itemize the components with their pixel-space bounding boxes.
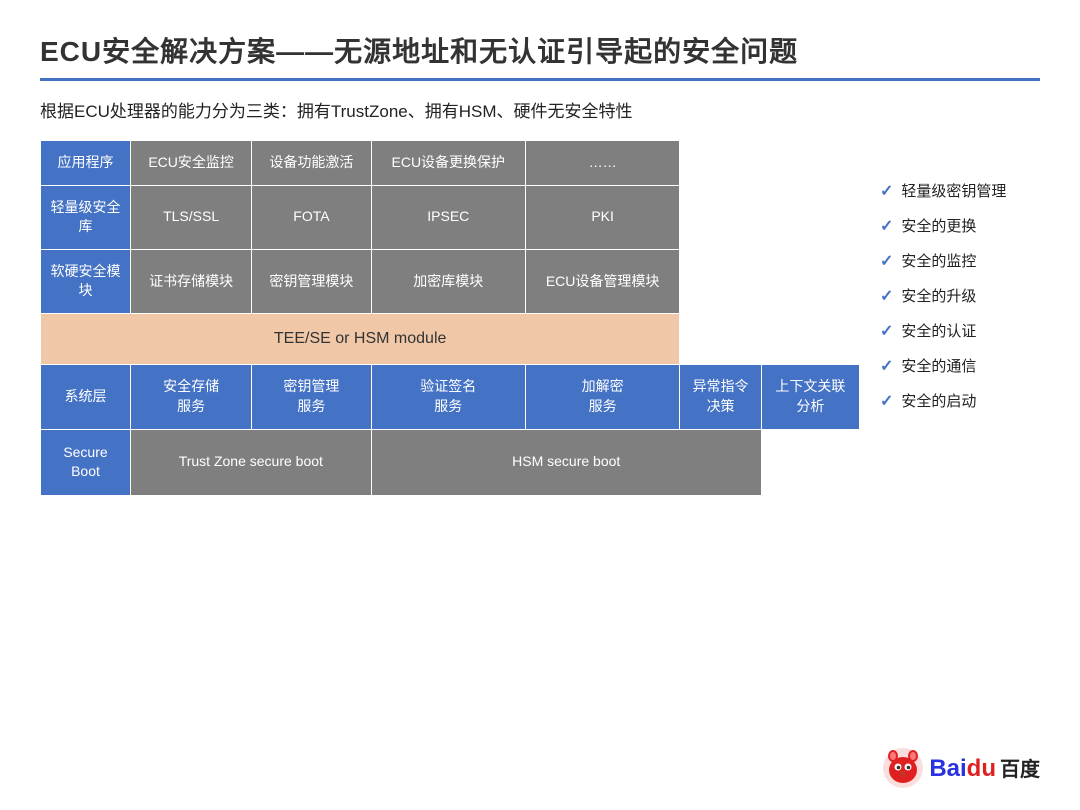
check-label-7: 安全的启动: [901, 390, 976, 411]
cell-app-label: 应用程序: [41, 141, 131, 186]
check-icon-7: ✓: [880, 391, 893, 411]
check-icon-1: ✓: [880, 181, 893, 201]
cell-tee: TEE/SE or HSM module: [41, 313, 680, 364]
cell-module-label: 软硬安全模块: [41, 249, 131, 313]
cell-sys-3: 验证签名 服务: [371, 365, 525, 429]
cell-module-3: 加密库模块: [371, 249, 525, 313]
cell-module-2: 密钥管理模块: [252, 249, 371, 313]
cell-lib-2: FOTA: [252, 185, 371, 249]
baidu-logo: Baidu 百度: [881, 746, 1040, 790]
cell-sys-label: 系统层: [41, 365, 131, 429]
title-underline: [40, 78, 1040, 81]
cell-boot-tz: Trust Zone secure boot: [131, 429, 372, 495]
cell-sys-1: 安全存储 服务: [131, 365, 252, 429]
cell-app-4: ……: [525, 141, 679, 186]
table-container: 应用程序 ECU安全监控 设备功能激活 ECU设备更换保护 …… 轻量级安全库 …: [40, 140, 860, 496]
baidu-bear-icon: [881, 746, 925, 790]
cell-sys-4: 加解密 服务: [525, 365, 679, 429]
cell-lib-label: 轻量级安全库: [41, 185, 131, 249]
cell-module-4: ECU设备管理模块: [525, 249, 679, 313]
check-item-4: ✓ 安全的升级: [880, 285, 1040, 306]
architecture-table: 应用程序 ECU安全监控 设备功能激活 ECU设备更换保护 …… 轻量级安全库 …: [40, 140, 860, 496]
check-icon-4: ✓: [880, 286, 893, 306]
baidu-text-bai: Bai: [929, 755, 966, 783]
baidu-chinese: 百度: [1000, 753, 1040, 782]
check-item-1: ✓ 轻量级密钥管理: [880, 180, 1040, 201]
cell-app-1: ECU安全监控: [131, 141, 252, 186]
cell-lib-1: TLS/SSL: [131, 185, 252, 249]
check-icon-6: ✓: [880, 356, 893, 376]
check-label-5: 安全的认证: [901, 320, 976, 341]
check-icon-5: ✓: [880, 321, 893, 341]
cell-boot-label: Secure Boot: [41, 429, 131, 495]
baidu-text-du: du: [967, 755, 996, 783]
check-item-3: ✓ 安全的监控: [880, 250, 1040, 271]
row-sys: 系统层 安全存储 服务 密钥管理 服务 验证签名 服务 加解密 服务 异常指令 …: [41, 365, 860, 429]
check-label-3: 安全的监控: [901, 250, 976, 271]
check-item-6: ✓ 安全的通信: [880, 355, 1040, 376]
cell-sys-5: 异常指令 决策: [680, 365, 762, 429]
cell-sys-6: 上下文关联 分析: [761, 365, 859, 429]
cell-lib-4: PKI: [525, 185, 679, 249]
check-label-4: 安全的升级: [901, 285, 976, 306]
check-item-2: ✓ 安全的更换: [880, 215, 1040, 236]
cell-app-3: ECU设备更换保护: [371, 141, 525, 186]
cell-boot-hsm: HSM secure boot: [371, 429, 761, 495]
check-item-7: ✓ 安全的启动: [880, 390, 1040, 411]
check-icon-2: ✓: [880, 216, 893, 236]
cell-lib-3: IPSEC: [371, 185, 525, 249]
row-lib: 轻量级安全库 TLS/SSL FOTA IPSEC PKI: [41, 185, 860, 249]
check-icon-3: ✓: [880, 251, 893, 271]
cell-app-2: 设备功能激活: [252, 141, 371, 186]
row-tee: TEE/SE or HSM module: [41, 313, 860, 364]
row-module: 软硬安全模块 证书存储模块 密钥管理模块 加密库模块 ECU设备管理模块: [41, 249, 860, 313]
cell-module-1: 证书存储模块: [131, 249, 252, 313]
page-container: ECU安全解决方案——无源地址和无认证引导起的安全问题 根据ECU处理器的能力分…: [0, 0, 1080, 810]
check-item-5: ✓ 安全的认证: [880, 320, 1040, 341]
diagram-area: 应用程序 ECU安全监控 设备功能激活 ECU设备更换保护 …… 轻量级安全库 …: [40, 140, 1040, 496]
row-app: 应用程序 ECU安全监控 设备功能激活 ECU设备更换保护 ……: [41, 141, 860, 186]
title-section: ECU安全解决方案——无源地址和无认证引导起的安全问题: [40, 30, 1040, 81]
check-label-2: 安全的更换: [901, 215, 976, 236]
row-boot: Secure Boot Trust Zone secure boot HSM s…: [41, 429, 860, 495]
check-label-1: 轻量级密钥管理: [901, 180, 1006, 201]
subtitle: 根据ECU处理器的能力分为三类：拥有TrustZone、拥有HSM、硬件无安全特…: [40, 97, 1040, 122]
checklist: ✓ 轻量级密钥管理 ✓ 安全的更换 ✓ 安全的监控 ✓ 安全的升级 ✓ 安全的认…: [880, 140, 1040, 411]
page-title: ECU安全解决方案——无源地址和无认证引导起的安全问题: [40, 30, 1040, 70]
cell-sys-2: 密钥管理 服务: [252, 365, 371, 429]
check-label-6: 安全的通信: [901, 355, 976, 376]
